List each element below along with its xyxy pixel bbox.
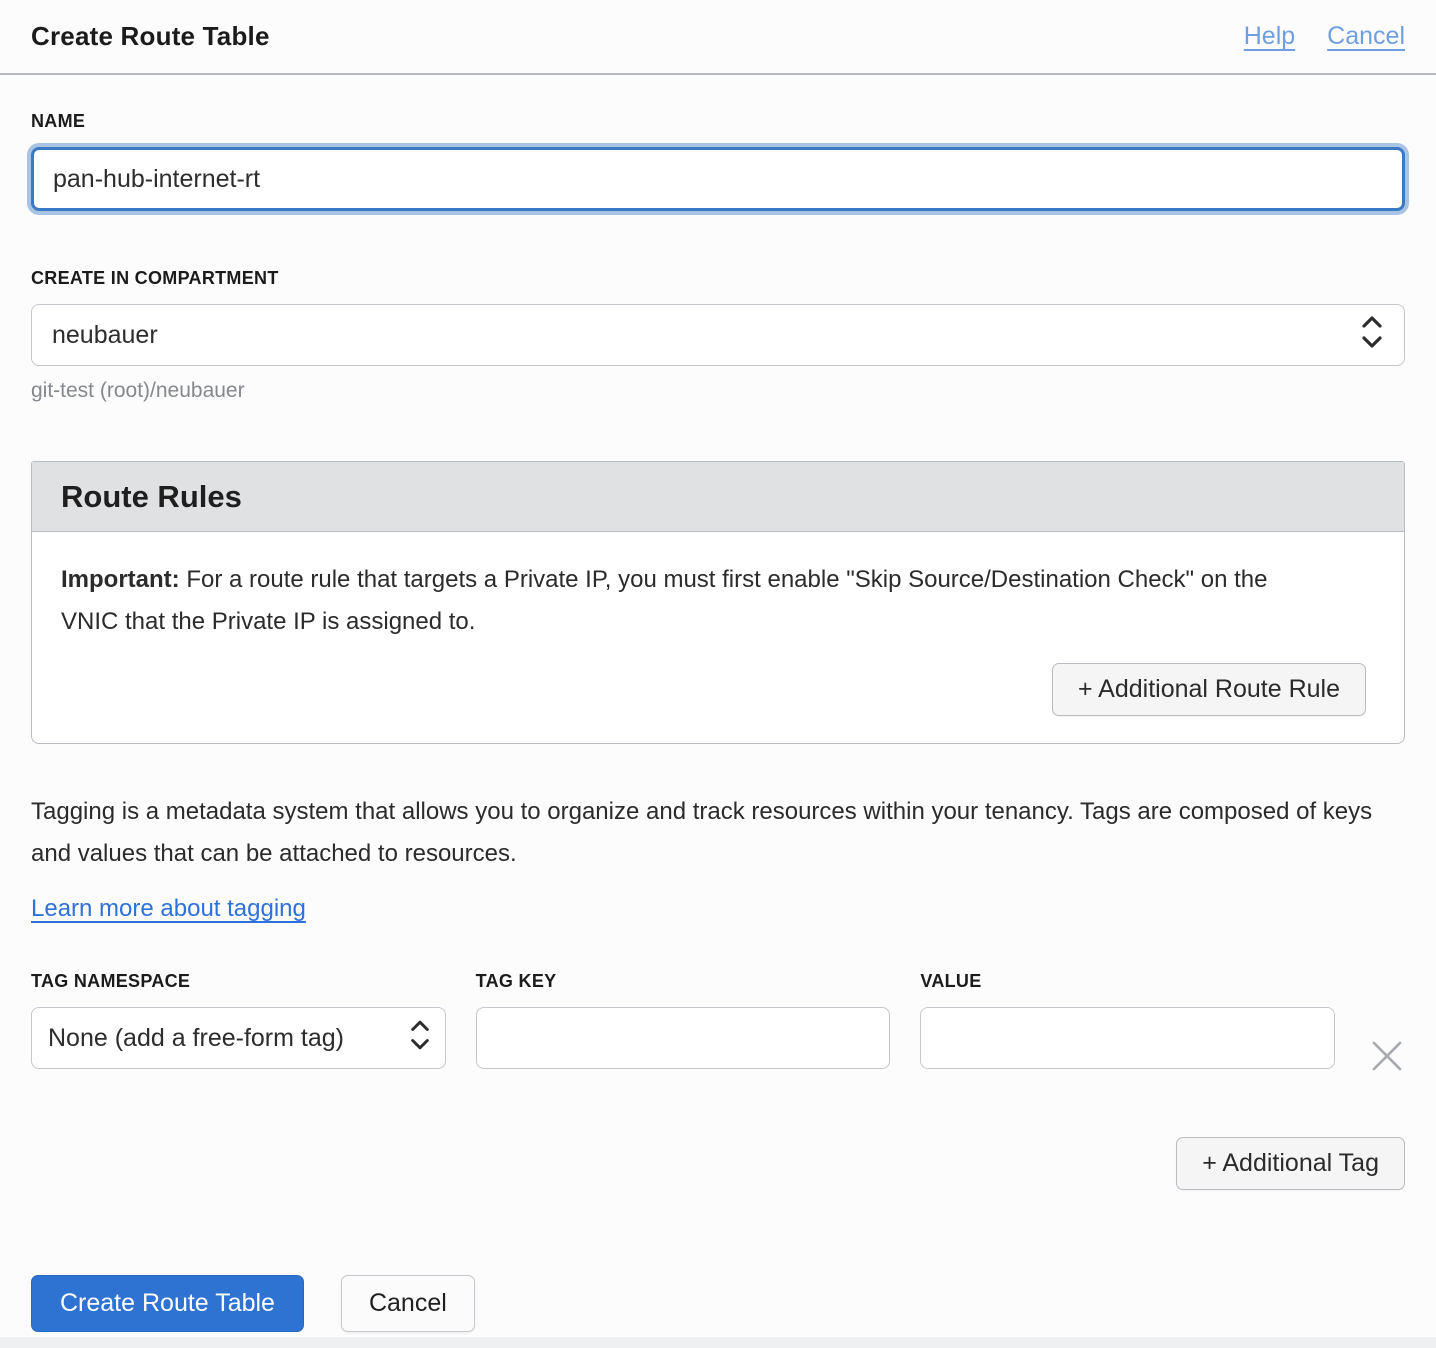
important-label: Important: <box>61 566 180 593</box>
tag-value-input[interactable] <box>920 1007 1336 1069</box>
create-route-table-panel: Create Route Table Help Cancel NAME CREA… <box>0 0 1436 1337</box>
tag-namespace-selected-value: None (add a free-form tag) <box>48 1023 344 1052</box>
compartment-section: CREATE IN COMPARTMENT neubauer git-test … <box>31 268 1405 403</box>
additional-tag-button[interactable]: + Additional Tag <box>1176 1137 1405 1190</box>
tag-value-column: VALUE <box>920 971 1336 1069</box>
route-rules-title: Route Rules <box>61 479 242 514</box>
chevron-up-down-icon <box>409 1018 431 1059</box>
tag-key-column: TAG KEY <box>475 971 891 1069</box>
page-background-strip <box>0 1337 1436 1348</box>
page-title: Create Route Table <box>31 21 270 51</box>
form-body: NAME CREATE IN COMPARTMENT neubauer git-… <box>0 111 1436 1332</box>
compartment-label: CREATE IN COMPARTMENT <box>31 268 279 288</box>
panel-header: Create Route Table Help Cancel <box>0 0 1436 75</box>
learn-more-tagging-link[interactable]: Learn more about tagging <box>31 895 306 923</box>
compartment-path-helper: git-test (root)/neubauer <box>31 379 245 402</box>
cancel-button[interactable]: Cancel <box>340 1275 475 1332</box>
route-rule-button-row: + Additional Route Rule <box>61 663 1366 716</box>
additional-route-rule-button[interactable]: + Additional Route Rule <box>1052 663 1366 716</box>
tag-row: TAG NAMESPACE None (add a free-form tag)… <box>31 971 1405 1075</box>
compartment-select[interactable]: neubauer <box>31 304 1405 366</box>
chevron-up-down-icon <box>1360 314 1384 357</box>
route-rules-header: Route Rules <box>32 462 1404 532</box>
help-link[interactable]: Help <box>1244 22 1295 51</box>
tag-key-label: TAG KEY <box>475 971 557 991</box>
header-cancel-link[interactable]: Cancel <box>1327 22 1405 51</box>
close-icon <box>1369 1038 1405 1077</box>
form-actions: Create Route Table Cancel <box>31 1275 1405 1332</box>
tagging-description: Tagging is a metadata system that allows… <box>31 798 1373 867</box>
route-rules-body: Important: For a route rule that targets… <box>32 532 1404 743</box>
remove-tag-button[interactable] <box>1369 1039 1405 1075</box>
important-text: For a route rule that targets a Private … <box>61 566 1268 635</box>
tag-value-label: VALUE <box>920 971 982 991</box>
route-rules-section: Route Rules Important: For a route rule … <box>31 461 1405 744</box>
tag-namespace-label: TAG NAMESPACE <box>31 971 191 991</box>
name-section: NAME <box>31 111 1405 211</box>
tag-namespace-select[interactable]: None (add a free-form tag) <box>31 1007 446 1069</box>
route-rules-important-note: Important: For a route rule that targets… <box>61 559 1301 643</box>
name-label: NAME <box>31 111 86 131</box>
tag-key-input[interactable] <box>475 1007 891 1069</box>
header-links: Help Cancel <box>1244 22 1405 51</box>
add-tag-button-row: + Additional Tag <box>31 1137 1405 1190</box>
create-route-table-button[interactable]: Create Route Table <box>31 1275 304 1332</box>
tag-namespace-column: TAG NAMESPACE None (add a free-form tag) <box>31 971 446 1069</box>
name-input[interactable] <box>31 147 1405 211</box>
compartment-selected-value: neubauer <box>52 320 158 349</box>
